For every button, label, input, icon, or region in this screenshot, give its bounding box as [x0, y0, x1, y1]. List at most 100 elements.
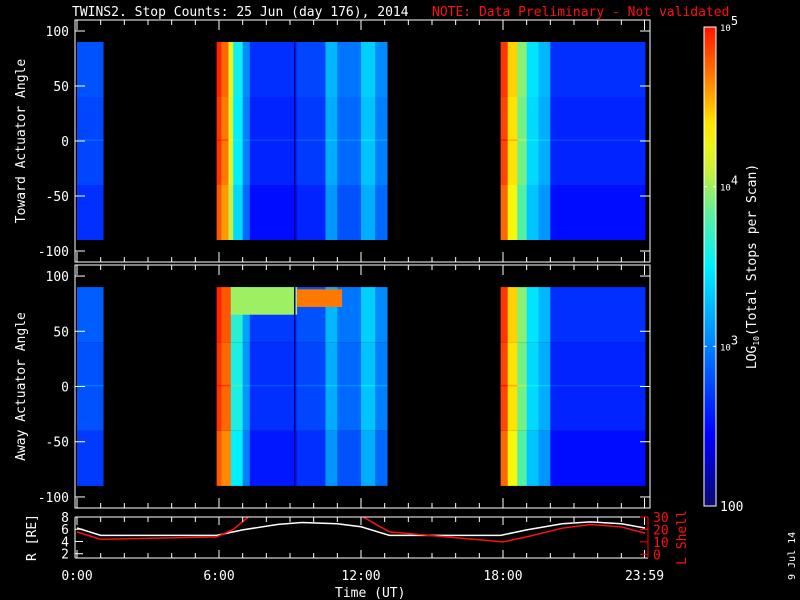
heatmap-cell	[507, 97, 518, 185]
heatmap-cell	[249, 384, 298, 387]
heatmap-cell	[77, 287, 104, 343]
heatmap-cell	[517, 287, 528, 343]
heatmap-cell	[228, 185, 234, 240]
heatmap-cell	[297, 97, 326, 185]
heatmap-cell	[526, 42, 539, 97]
heatmap-cell	[249, 185, 298, 240]
y-tick-label: -100	[38, 491, 69, 506]
y-tick-label: 50	[53, 325, 69, 340]
heatmap-cell	[538, 430, 551, 486]
heatmap-cell	[361, 430, 376, 486]
heatmap-cell	[361, 139, 376, 141]
heatmap-cell	[337, 139, 362, 141]
heatmap-cell	[517, 430, 528, 486]
heatmap-cell	[228, 97, 234, 185]
heatmap-cell	[242, 42, 251, 97]
x-tick-label: 23:59	[625, 569, 664, 584]
heatmap-cell	[249, 139, 298, 141]
left-tick-label: 2	[61, 548, 69, 563]
heatmap-cell	[550, 139, 646, 141]
heatmap-cell	[242, 384, 251, 387]
heatmap-cell	[325, 139, 338, 141]
heatmap-cell	[517, 384, 528, 387]
y-tick-label: -50	[46, 436, 69, 451]
heatmap-cell	[233, 97, 244, 185]
heatmap-cell	[228, 139, 234, 141]
y-tick-label: 0	[61, 381, 69, 396]
heatmap-cell	[216, 287, 222, 343]
heatmap-cell	[325, 384, 338, 387]
heatmap-cell	[375, 430, 388, 486]
colorbar-tick-exponent: 4	[731, 174, 738, 188]
heatmap-cell	[221, 42, 229, 97]
heatmap-cell	[517, 342, 528, 431]
heatmap-cell	[361, 97, 376, 185]
heatmap-cell	[507, 430, 518, 486]
heatmap-cell	[526, 185, 539, 240]
heatmap-cell	[375, 42, 388, 97]
heatmap-cell	[500, 185, 509, 240]
colorbar-tick-label: 104	[720, 174, 738, 194]
heatmap-cell	[325, 97, 338, 185]
heatmap-cell	[77, 430, 104, 486]
heatmap-cell	[233, 139, 244, 141]
x-tick-label: 18:00	[483, 569, 522, 584]
heatmap-cell	[361, 384, 376, 387]
heatmap-cell	[221, 97, 229, 185]
y-tick-label: 50	[53, 80, 69, 95]
heatmap-feature	[297, 289, 343, 307]
heatmap-cell	[216, 97, 222, 185]
heatmap-cell	[507, 42, 518, 97]
heatmap-cell	[77, 42, 104, 97]
heatmap-cell	[375, 97, 388, 185]
heatmap-cell	[361, 342, 376, 431]
heatmap-cell	[230, 384, 244, 387]
heatmap-cell	[361, 42, 376, 97]
colorbar-tick-exponent: 5	[731, 14, 738, 28]
heatmap-cell	[550, 287, 646, 343]
heatmap-cell	[221, 139, 229, 141]
heatmap-cell	[325, 430, 338, 486]
heatmap-cell	[507, 287, 518, 343]
heatmap-cell	[550, 342, 646, 431]
heatmap-cell	[538, 139, 551, 141]
heatmap-cell	[361, 185, 376, 240]
heatmap-cell	[550, 430, 646, 486]
y-tick-label: -100	[38, 245, 69, 260]
x-tick-label: 0:00	[61, 569, 92, 584]
heatmap-cell	[507, 384, 518, 387]
heatmap-cell	[221, 342, 232, 431]
heatmap-cell	[526, 342, 539, 431]
y-tick-label: 100	[46, 25, 69, 40]
heatmap-cell	[538, 97, 551, 185]
heatmap-cell	[507, 139, 518, 141]
heatmap-cell	[526, 139, 539, 141]
heatmap-cell	[375, 384, 388, 387]
heatmap-cell	[230, 430, 244, 486]
preliminary-note: NOTE: Data Preliminary - Not validated	[432, 5, 729, 20]
heatmap-cell	[517, 42, 528, 97]
heatmap-cell	[325, 185, 338, 240]
heatmap-cell	[216, 185, 222, 240]
heatmap-cell	[216, 42, 222, 97]
x-tick-label: 6:00	[203, 569, 234, 584]
heatmap-cell	[500, 97, 509, 185]
heatmap-panel-2: 100 50 0 -50 -100 Away Actuator Angle	[14, 264, 651, 509]
heatmap-cell	[242, 342, 251, 431]
heatmap-cell	[221, 185, 229, 240]
heatmap-cell	[375, 139, 388, 141]
heatmap-cell	[242, 185, 251, 240]
heatmap-cell	[221, 287, 232, 343]
chart-title: TWINS2. Stop Counts: 25 Jun (day 176), 2…	[72, 5, 409, 20]
heatmap-cell	[550, 185, 646, 240]
heatmap-cell	[337, 384, 362, 387]
heatmap-cell	[242, 139, 251, 141]
twins-stop-counts-figure: TWINS2. Stop Counts: 25 Jun (day 176), 2…	[14, 5, 798, 600]
heatmap-feature	[230, 287, 298, 315]
y-tick-label: -50	[46, 190, 69, 205]
heatmap-cell	[500, 430, 509, 486]
colorbar-label-sub: 10	[752, 336, 761, 346]
heatmap-cell	[337, 430, 362, 486]
heatmap-cell	[550, 42, 646, 97]
heatmap-cell	[337, 342, 362, 431]
